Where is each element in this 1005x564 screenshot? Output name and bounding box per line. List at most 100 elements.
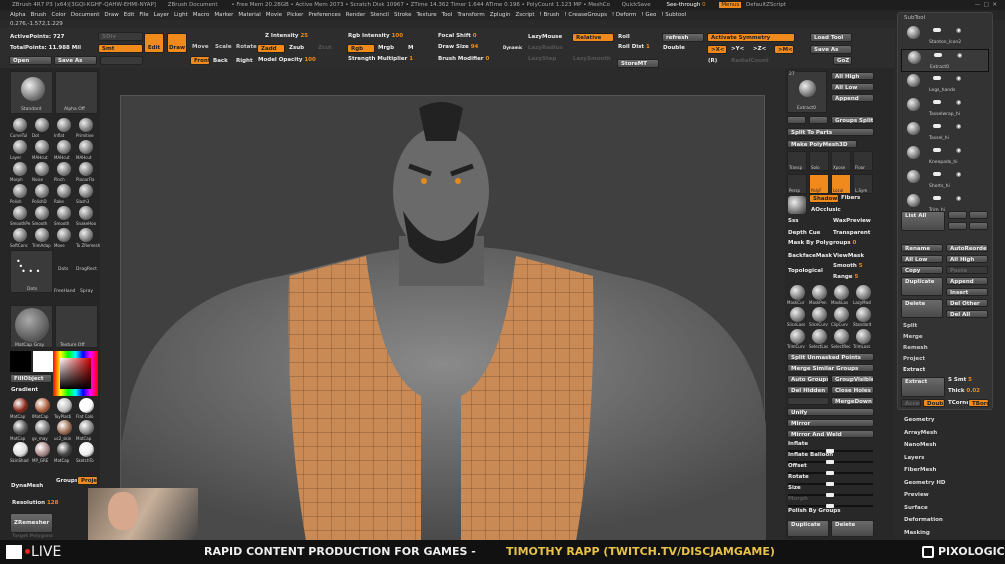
slider-handle[interactable]	[826, 482, 834, 486]
split-section[interactable]: Split	[903, 323, 917, 329]
mirror-button[interactable]: Mirror	[787, 419, 874, 427]
m-button[interactable]: M	[408, 45, 413, 51]
del-other-button[interactable]: Del Other	[946, 299, 988, 307]
resolution-slider[interactable]: Resolution 128	[12, 500, 58, 506]
eye-icon[interactable]: ◉	[956, 99, 961, 106]
all-low-button[interactable]: All Low	[831, 83, 874, 91]
fill-object-button[interactable]: FillObject	[10, 374, 52, 383]
storemt-button[interactable]: StoreMT	[617, 59, 659, 68]
unify-button[interactable]: Unify	[787, 408, 874, 416]
toggle-icon[interactable]	[933, 172, 941, 176]
brush-icon[interactable]	[79, 228, 93, 242]
brush-icon[interactable]	[35, 118, 49, 132]
menu-item[interactable]: Material	[238, 12, 260, 18]
transparent-button[interactable]: Transparent	[833, 230, 870, 236]
double-button[interactable]: Double	[923, 399, 945, 407]
mask-polygroups-slider[interactable]: Mask By Polygroups 0	[788, 240, 856, 246]
make-polymesh-button[interactable]: Make PolyMesh3D	[787, 140, 857, 148]
mask-brush-icon[interactable]	[812, 307, 827, 322]
auto-groups-button[interactable]: Auto Groups	[787, 375, 829, 383]
material-icon[interactable]	[79, 420, 94, 435]
lazysmooth-slider[interactable]: LazySmooth	[573, 56, 611, 62]
quicksave-button[interactable]: QuickSave	[622, 2, 651, 8]
autoreorder-button[interactable]: AutoReorder	[946, 244, 988, 252]
mask-brush-icon[interactable]	[834, 307, 849, 322]
subtool-item[interactable]: ◉ Legs_hands	[901, 73, 989, 96]
menu-item[interactable]: Transform	[457, 12, 484, 18]
duplicate-button[interactable]: Duplicate	[787, 520, 829, 537]
relative-button[interactable]: Relative	[572, 33, 614, 42]
focal-shift-slider[interactable]: Focal Shift 0	[438, 33, 477, 39]
mask-brush-icon[interactable]	[790, 307, 805, 322]
subtool-delete-button[interactable]: Delete	[901, 299, 943, 318]
material-icon[interactable]	[57, 420, 72, 435]
strength-multiplier-slider[interactable]: Strength Multiplier 1	[348, 56, 413, 62]
menu-item[interactable]: Stroke	[394, 12, 412, 18]
merge-similar-button[interactable]: Merge Similar Groups	[787, 364, 874, 372]
toggle-icon[interactable]	[934, 53, 942, 57]
menu-item[interactable]: ! Deform	[612, 12, 636, 18]
list-all-button[interactable]: List All	[901, 211, 945, 231]
scale-button[interactable]: Scale	[215, 44, 232, 50]
move-bottom-button[interactable]	[969, 222, 988, 230]
brush-icon[interactable]	[57, 140, 71, 154]
subtool-append-button[interactable]: Append	[946, 277, 988, 285]
viewmask-button[interactable]: ViewMask	[833, 253, 864, 259]
alpha-slot[interactable]: Alpha Off	[55, 71, 98, 114]
window-controls[interactable]: — □ ✕	[975, 0, 997, 10]
del-all-button[interactable]: Del All	[946, 310, 988, 318]
refresh-button[interactable]: refresh	[662, 33, 704, 42]
slider-track[interactable]	[788, 504, 873, 508]
close-holes-button[interactable]: Close Holes	[831, 386, 874, 394]
slider-handle[interactable]	[826, 471, 834, 475]
menu-item[interactable]: Picker	[287, 12, 303, 18]
eye-icon[interactable]: ◉	[956, 75, 961, 82]
section-geometry[interactable]: Geometry	[904, 417, 934, 423]
brush-icon[interactable]	[35, 206, 49, 220]
brush-icon[interactable]	[13, 140, 27, 154]
viewport[interactable]	[101, 95, 786, 541]
mrgb-button[interactable]: Mrgb	[378, 45, 394, 51]
dynamic-button[interactable]: Dynamic	[503, 45, 522, 50]
edit-button[interactable]: Edit	[144, 33, 164, 53]
groups-button[interactable]: Groups	[56, 478, 78, 484]
zadd-button[interactable]: Zadd	[257, 44, 285, 53]
subtool-item[interactable]: ◉ Tassel_hi	[901, 121, 989, 144]
radial-r-button[interactable]: (R)	[708, 58, 717, 64]
tool-thumbnail[interactable]: 27 Extract0	[787, 71, 827, 113]
move-button[interactable]: Move	[192, 44, 209, 50]
z-intensity-slider[interactable]: Z Intensity 25	[265, 33, 308, 39]
brush-icon[interactable]	[35, 140, 49, 154]
brush-icon[interactable]	[13, 228, 27, 242]
texture-slot[interactable]: Texture Off	[55, 305, 98, 348]
mask-brush-icon[interactable]	[812, 329, 827, 344]
group-visible-button[interactable]: GroupVisible	[831, 375, 874, 383]
save-as-button[interactable]: Save As	[54, 56, 97, 65]
subtool-all-low-button[interactable]: All Low	[901, 255, 943, 263]
inflate-balloon-slider[interactable]: Inflate Balloon	[788, 452, 833, 458]
sym-z-button[interactable]: >Z<	[753, 46, 766, 52]
menu-item[interactable]: Tool	[442, 12, 453, 18]
primary-color[interactable]	[33, 351, 53, 372]
project-button[interactable]: Projec	[77, 476, 98, 485]
move-up-button[interactable]	[948, 211, 967, 219]
remesh-section[interactable]: Remesh	[903, 345, 928, 351]
brush-icon[interactable]	[79, 140, 93, 154]
material-icon[interactable]	[57, 442, 72, 457]
toggle-icon[interactable]	[933, 124, 941, 128]
material-icon[interactable]	[79, 398, 94, 413]
menu-item[interactable]: Document	[71, 12, 100, 18]
menu-item[interactable]: Draw	[104, 12, 118, 18]
menu-item[interactable]: Alpha	[10, 12, 26, 18]
rotate-button[interactable]: Rotate	[236, 44, 257, 50]
delete-button[interactable]: Delete	[831, 520, 874, 537]
disabled-button[interactable]	[787, 397, 829, 405]
arrow-down-button[interactable]	[809, 116, 828, 124]
material-icon[interactable]	[79, 442, 94, 457]
arrow-up-button[interactable]	[787, 116, 806, 124]
seethrough-slider[interactable]: See-through	[666, 2, 700, 8]
brush-icon[interactable]	[79, 206, 93, 220]
right-button[interactable]: Right	[236, 58, 253, 64]
menus-button[interactable]: Menus	[719, 2, 742, 8]
extract-button[interactable]: Extract	[901, 377, 945, 397]
